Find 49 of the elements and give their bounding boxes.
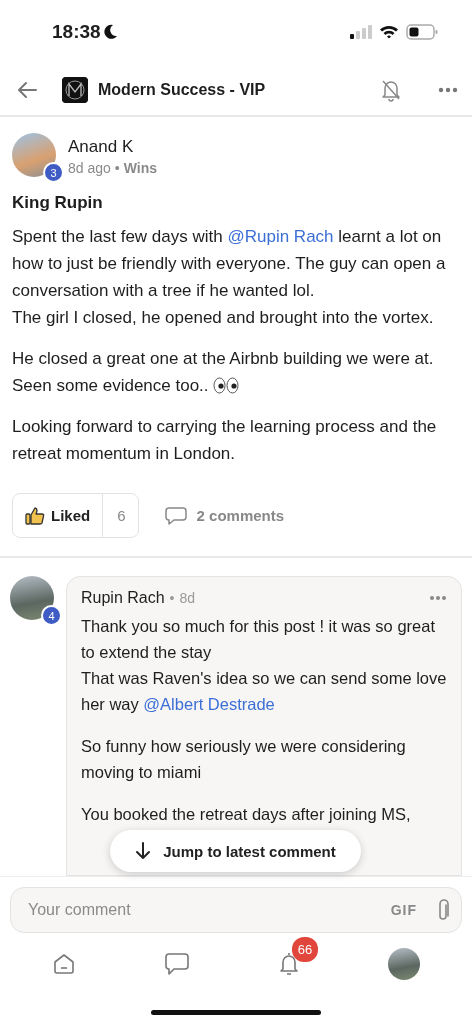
- comment-author[interactable]: Rupin Rach: [81, 589, 165, 607]
- signal-icon: [350, 25, 372, 39]
- chat-bubble-icon: [164, 952, 190, 976]
- comment-bubble-icon: [164, 505, 187, 526]
- post-time: 8d ago: [68, 159, 111, 176]
- profile-tab[interactable]: [388, 948, 420, 980]
- group-title: Modern Success - VIP: [98, 80, 267, 99]
- comments-button[interactable]: 2 comments: [158, 504, 291, 527]
- post-paragraph: He closed a great one at the Airbnb building we were at. Seen some evidence too..: [12, 348, 435, 397]
- clock-time: 18:38: [52, 21, 101, 43]
- comment-time: 8d: [179, 590, 197, 606]
- home-tab[interactable]: [52, 952, 76, 976]
- author-name[interactable]: Anand K: [68, 136, 158, 157]
- comment-input[interactable]: Your comment GIF: [10, 887, 462, 933]
- notifications-tab[interactable]: [278, 951, 300, 977]
- bell-icon: [278, 951, 300, 977]
- down-arrow-icon: [135, 842, 152, 860]
- post-title: King Rupin: [12, 193, 104, 213]
- mention-link[interactable]: @Albert Destrade: [143, 695, 275, 713]
- chat-tab[interactable]: [164, 952, 190, 976]
- level-badge: 3: [43, 162, 64, 183]
- gif-button[interactable]: GIF: [384, 901, 423, 919]
- more-options-icon[interactable]: [438, 86, 458, 93]
- avatar-photo[interactable]: [12, 133, 56, 177]
- wifi-icon: [379, 25, 399, 39]
- thumbs-up-icon: [25, 505, 45, 526]
- mention-link[interactable]: @Rupin Rach: [227, 227, 334, 246]
- battery-icon: [406, 24, 438, 40]
- separator-dot: •: [169, 590, 175, 606]
- like-count: 6: [116, 506, 127, 526]
- post-paragraph: Spent the last few days with @Rupin Rach learnt a lot on how to just be friendly with everyone. The guy can open a conversation with a tree if he wanted lol. The girl I closed, he opened and brought into the vortex.: [12, 226, 447, 329]
- comment-paragraph: You booked the retreat days after joining MS,: [81, 804, 412, 825]
- avatar-photo[interactable]: [10, 576, 54, 620]
- more-options-icon[interactable]: [429, 595, 447, 601]
- home-icon: [52, 952, 76, 976]
- notification-count: 66: [292, 937, 318, 962]
- separator-dot: •: [114, 159, 120, 176]
- post-paragraph: Looking forward to carrying the learning process and the retreat momentum in London.: [12, 416, 438, 465]
- jump-to-latest-button[interactable]: Jump to latest comment: [110, 830, 361, 872]
- comment-paragraph: Thank you so much for this post ! it was so great to extend the stay That was Raven's idea so we can send some love her way @Albert Destrade: [81, 616, 447, 715]
- eyes-icon: [212, 377, 239, 394]
- group-logo-icon: [62, 76, 88, 103]
- profile-avatar: [388, 948, 420, 980]
- paperclip-icon[interactable]: [437, 898, 451, 922]
- moon-icon: [103, 24, 118, 40]
- comment-paragraph: So funny how seriously we were considering moving to miami: [81, 736, 407, 783]
- level-badge: 4: [41, 605, 62, 626]
- post-category[interactable]: Wins: [123, 159, 158, 176]
- like-button[interactable]: Liked: [13, 494, 104, 537]
